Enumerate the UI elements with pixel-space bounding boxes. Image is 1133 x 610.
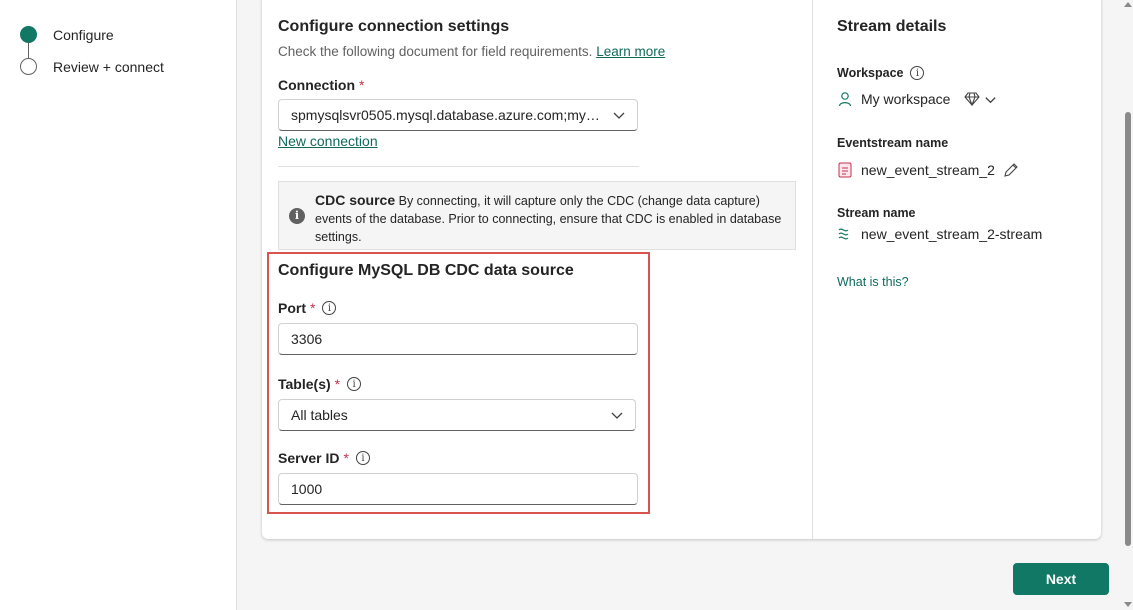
person-icon — [837, 91, 853, 107]
connection-value: spmysqlsvr0505.mysql.database.azure.com;… — [291, 107, 601, 123]
connection-select[interactable]: spmysqlsvr0505.mysql.database.azure.com;… — [278, 99, 638, 131]
required-marker: * — [343, 450, 349, 466]
stream-value: new_event_stream_2-stream — [861, 226, 1043, 242]
eventstream-value-row: new_event_stream_2 — [837, 162, 1027, 178]
divider — [278, 166, 639, 167]
workspace-value-row[interactable]: My workspace — [837, 91, 1005, 107]
tables-value: All tables — [291, 407, 348, 423]
stream-value-row: new_event_stream_2-stream — [837, 226, 1042, 242]
server-id-label-text: Server ID — [278, 450, 340, 466]
scrollbar[interactable] — [1122, 0, 1133, 610]
step-configure[interactable]: Configure — [20, 26, 114, 43]
required-marker: * — [334, 376, 341, 392]
port-value: 3306 — [291, 331, 323, 347]
server-id-value: 1000 — [291, 481, 323, 497]
step-connector — [28, 42, 29, 58]
notice-title: CDC source — [315, 192, 396, 208]
section-title: Configure connection settings — [278, 18, 510, 35]
tables-label: Table(s) * i — [278, 376, 362, 392]
workspace-label-text: Workspace — [837, 66, 904, 80]
tables-label-text: Table(s) — [278, 376, 331, 392]
main-card: Configure connection settings Check the … — [262, 0, 1101, 539]
port-label: Port * i — [278, 300, 337, 316]
eventstream-icon — [837, 162, 853, 178]
scroll-down-icon[interactable] — [1124, 602, 1132, 607]
info-icon[interactable]: i — [347, 377, 362, 391]
step-active-dot — [20, 26, 37, 43]
connection-label: Connection * — [278, 77, 364, 93]
workspace-label: Workspace i — [837, 66, 925, 80]
required-marker: * — [359, 77, 365, 93]
info-icon[interactable]: i — [322, 301, 337, 315]
step-inactive-dot — [20, 58, 37, 75]
chevron-down-icon — [601, 108, 637, 122]
chevron-down-icon — [599, 408, 635, 422]
section-description: Check the following document for field r… — [278, 44, 665, 59]
diamond-icon — [964, 92, 981, 106]
info-icon[interactable]: i — [355, 451, 370, 465]
server-id-label: Server ID * i — [278, 450, 370, 466]
what-is-this-link[interactable]: What is this? — [837, 275, 909, 289]
stream-label: Stream name — [837, 206, 916, 220]
scrollbar-thumb[interactable] — [1125, 112, 1131, 546]
step-review-connect[interactable]: Review + connect — [20, 58, 164, 75]
port-label-text: Port — [278, 300, 306, 316]
scroll-up-icon[interactable] — [1124, 2, 1132, 7]
step-label: Review + connect — [53, 58, 164, 75]
workspace-value: My workspace — [861, 91, 951, 107]
stream-icon — [837, 226, 853, 242]
connection-label-text: Connection — [278, 77, 355, 93]
step-label: Configure — [53, 26, 114, 43]
panel-divider — [812, 0, 813, 539]
cdc-notice: i CDC source By connecting, it will capt… — [278, 181, 796, 250]
eventstream-value: new_event_stream_2 — [861, 162, 995, 178]
stepper-panel: Configure Review + connect — [0, 0, 237, 610]
tables-select[interactable]: All tables — [278, 399, 636, 431]
chevron-down-icon[interactable] — [984, 93, 997, 106]
learn-more-link[interactable]: Learn more — [596, 44, 665, 59]
details-title: Stream details — [837, 18, 947, 35]
server-id-input[interactable]: 1000 — [278, 473, 638, 505]
new-connection-link[interactable]: New connection — [278, 133, 378, 149]
description-text: Check the following document for field r… — [278, 44, 593, 59]
source-title: Configure MySQL DB CDC data source — [278, 262, 574, 279]
eventstream-label: Eventstream name — [837, 136, 949, 150]
pencil-icon[interactable] — [1003, 162, 1019, 178]
next-button[interactable]: Next — [1013, 563, 1109, 595]
info-icon[interactable]: i — [910, 66, 925, 80]
info-icon: i — [289, 208, 305, 224]
port-input[interactable]: 3306 — [278, 323, 638, 355]
required-marker: * — [310, 300, 316, 316]
